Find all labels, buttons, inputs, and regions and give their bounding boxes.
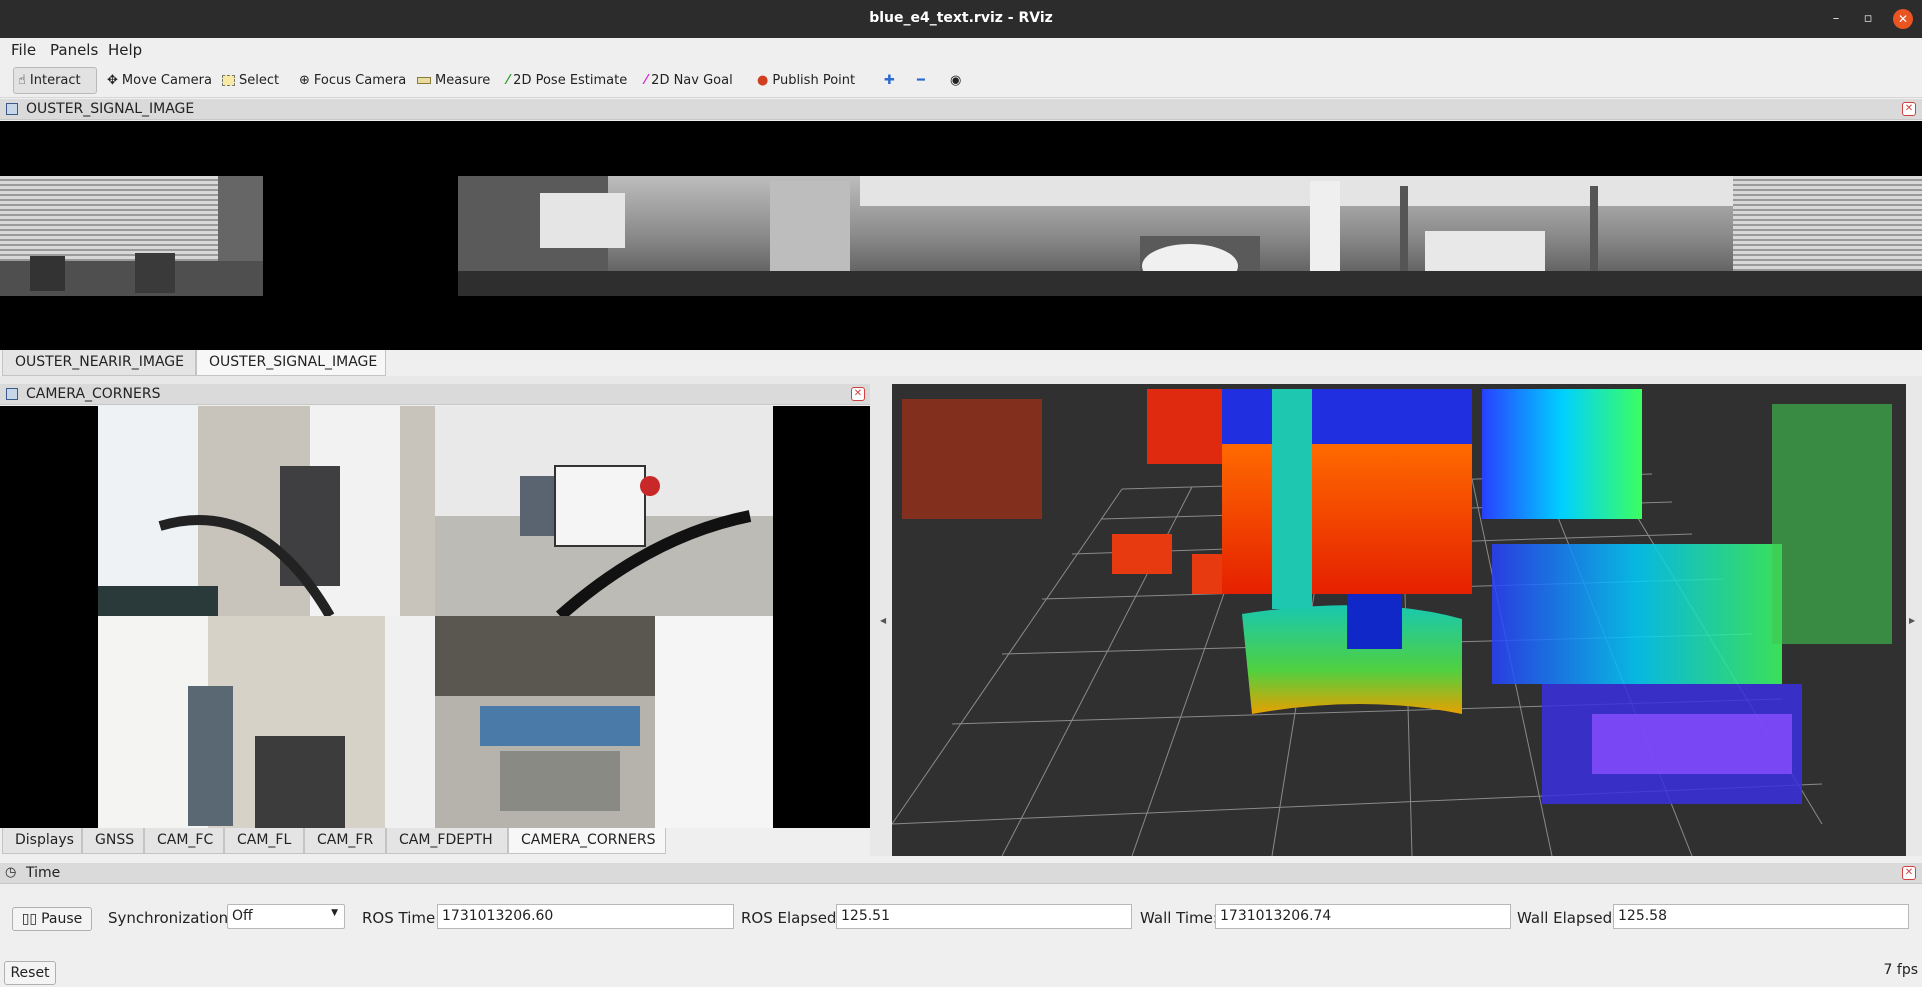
clock-icon: ◷ (5, 865, 17, 880)
menu-file[interactable]: File (11, 41, 36, 59)
wall-elapsed-label: Wall Elapsed: (1517, 909, 1618, 927)
close-camera-panel-icon[interactable]: ✕ (851, 387, 865, 401)
tab-displays[interactable]: Displays (2, 828, 82, 854)
wall-time-label: Wall Time: (1140, 909, 1218, 927)
interact-label: Interact (29, 73, 81, 88)
bottom-tab-bar: Displays GNSS CAM_FC CAM_FL CAM_FR CAM_F… (0, 828, 870, 854)
collapse-left-icon[interactable]: ◀ (880, 616, 886, 625)
menu-help[interactable]: Help (108, 41, 142, 59)
interact-tool-button[interactable]: ☝ Interact (13, 67, 97, 94)
right-splitter[interactable]: ▶ (1906, 384, 1922, 856)
3d-render-viewport[interactable] (892, 384, 1906, 856)
chevron-down-icon: ▼ (331, 908, 338, 918)
pause-label: Pause (41, 911, 83, 927)
pause-button[interactable]: ▯▯ Pause (12, 907, 92, 931)
wall-time-field[interactable]: 1731013206.74 (1215, 904, 1511, 929)
hand-icon: ☝ (18, 73, 26, 88)
measure-tool-button[interactable]: Measure (413, 67, 494, 94)
focus-camera-tool-button[interactable]: ⊕ Focus Camera (295, 67, 410, 94)
horizontal-splitter[interactable] (0, 376, 1922, 384)
tab-cam-fl[interactable]: CAM_FL (224, 828, 304, 854)
move-camera-tool-button[interactable]: ✥ Move Camera (103, 67, 216, 94)
map-pin-icon: ● (757, 73, 769, 88)
move-camera-label: Move Camera (121, 73, 212, 88)
minimize-icon[interactable]: – (1826, 9, 1846, 29)
remove-tool-icon[interactable]: ━ (913, 67, 929, 94)
pause-icon: ▯▯ (21, 911, 38, 927)
reset-button[interactable]: Reset (4, 961, 56, 985)
fps-readout: 7 fps (1883, 962, 1918, 978)
panel-icon (6, 103, 18, 115)
menu-panels[interactable]: Panels (50, 41, 98, 59)
ouster-panel-header: OUSTER_SIGNAL_IMAGE ✕ (0, 99, 1922, 120)
select-tool-button[interactable]: Select (218, 67, 283, 94)
select-label: Select (239, 73, 280, 88)
tab-cam-fdepth[interactable]: CAM_FDEPTH (386, 828, 508, 854)
ouster-signal-image (0, 121, 1922, 350)
tab-cam-fr[interactable]: CAM_FR (304, 828, 386, 854)
status-bar: Reset 7 fps (0, 958, 1922, 987)
nav-goal-label: 2D Nav Goal (651, 73, 733, 88)
nav-goal-tool-button[interactable]: ⁄ 2D Nav Goal (641, 67, 737, 94)
collapse-right-icon[interactable]: ▶ (1909, 616, 1915, 625)
tab-cam-fc[interactable]: CAM_FC (144, 828, 224, 854)
time-panel-header: ◷ Time ✕ (0, 863, 1922, 884)
green-arrow-icon: ⁄ (507, 73, 510, 88)
sync-value: Off (232, 908, 253, 924)
wall-elapsed-field[interactable]: 125.58 (1613, 904, 1909, 929)
ros-elapsed-label: ROS Elapsed: (741, 909, 842, 927)
focus-icon: ⊕ (299, 73, 310, 88)
close-panel-icon[interactable]: ✕ (1902, 102, 1916, 116)
ouster-panorama (0, 176, 1922, 296)
select-icon (222, 75, 235, 86)
tab-ouster-signal[interactable]: OUSTER_SIGNAL_IMAGE (196, 350, 386, 376)
ouster-tab-bar: OUSTER_NEARIR_IMAGE OUSTER_SIGNAL_IMAGE (0, 350, 1922, 376)
maximize-icon[interactable]: ▫ (1858, 9, 1878, 29)
ros-time-label: ROS Time: (362, 909, 441, 927)
magenta-arrow-icon: ⁄ (645, 73, 648, 88)
publish-point-label: Publish Point (772, 73, 856, 88)
sync-label: Synchronization: (108, 909, 234, 927)
tab-gnss[interactable]: GNSS (82, 828, 144, 854)
publish-point-tool-button[interactable]: ● Publish Point (753, 67, 859, 94)
ouster-panel-title: OUSTER_SIGNAL_IMAGE (26, 101, 195, 117)
time-panel-title: Time (26, 865, 61, 881)
ros-time-field[interactable]: 1731013206.60 (437, 904, 734, 929)
time-panel-body: ▯▯ Pause Synchronization: Off ▼ ROS Time… (0, 896, 1922, 942)
ros-elapsed-field[interactable]: 125.51 (836, 904, 1132, 929)
focus-camera-label: Focus Camera (313, 73, 407, 88)
vertical-splitter[interactable]: ◀ (870, 384, 892, 856)
pose-estimate-label: 2D Pose Estimate (513, 73, 628, 88)
add-tool-icon[interactable]: ✚ (880, 67, 899, 94)
camera-panel-header: CAMERA_CORNERS ✕ (0, 384, 870, 405)
camera-mosaic (98, 406, 773, 828)
tool-toolbar: ☝ Interact ✥ Move Camera Select ⊕ Focus … (0, 62, 1922, 98)
move-icon: ✥ (107, 73, 118, 88)
panel-icon (6, 388, 18, 400)
close-window-icon[interactable]: ✕ (1893, 9, 1913, 29)
window-titlebar: blue_e4_text.rviz - RViz – ▫ ✕ (0, 0, 1922, 38)
ruler-icon (417, 77, 431, 84)
tab-ouster-nearir[interactable]: OUSTER_NEARIR_IMAGE (2, 350, 196, 376)
camera-panel-title: CAMERA_CORNERS (26, 386, 161, 402)
pointcloud-scene (892, 389, 1892, 856)
tab-camera-corners[interactable]: CAMERA_CORNERS (508, 828, 666, 854)
window-title: blue_e4_text.rviz - RViz (869, 10, 1053, 26)
close-time-panel-icon[interactable]: ✕ (1902, 866, 1916, 880)
measure-label: Measure (435, 73, 491, 88)
pose-estimate-tool-button[interactable]: ⁄ 2D Pose Estimate (503, 67, 631, 94)
camera-corners-image (0, 406, 870, 828)
menu-bar: File Panels Help (0, 38, 1922, 62)
eye-icon[interactable]: ◉ (946, 67, 965, 94)
synchronization-select[interactable]: Off ▼ (227, 904, 345, 929)
